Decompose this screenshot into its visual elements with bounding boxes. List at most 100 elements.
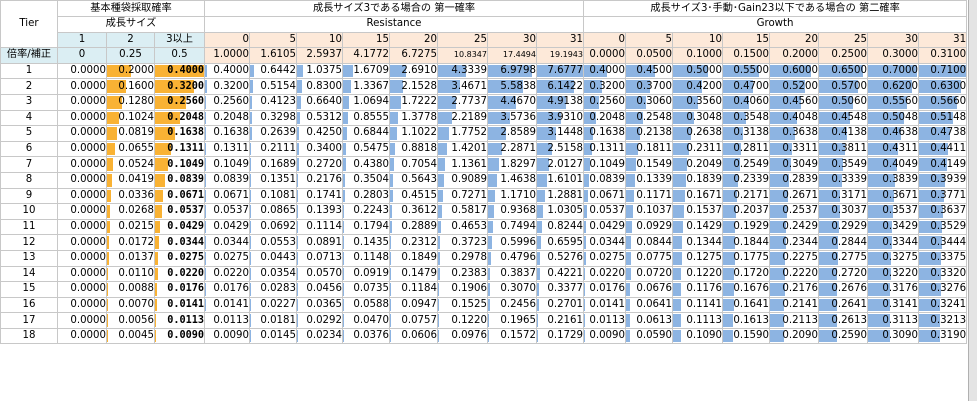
section2-cell[interactable]: 2.2189 [437,109,488,127]
section1-cell[interactable]: 0.0000 [57,109,107,127]
section3-cell[interactable]: 0.3548 [722,109,770,127]
section2-cell[interactable]: 0.7494 [487,218,537,236]
section3-cell[interactable]: 0.0839 [583,171,626,189]
section3-cell[interactable]: 0.2048 [583,109,626,127]
section2-subtitle[interactable]: Resistance [204,16,584,33]
section2-cell[interactable]: 4.4670 [487,93,537,111]
section2-cell[interactable]: 0.0470 [342,312,390,329]
section3-cell[interactable]: 0.0113 [583,312,626,329]
section1-cell[interactable]: 0.0839 [154,171,205,189]
section3-cell[interactable]: 0.0671 [583,187,626,205]
section3-col-header[interactable]: 20 [769,31,819,49]
section2-cell[interactable]: 0.3723 [437,234,488,251]
section2-cell[interactable]: 0.4123 [249,93,297,111]
section3-col-header[interactable]: 31 [917,31,968,49]
section2-title[interactable]: 成長サイズ3である場合の 第一確率 [204,0,584,17]
section3-cell[interactable]: 0.3090 [867,327,919,345]
section3-cell[interactable]: 0.1839 [672,171,723,189]
section2-cell[interactable]: 0.9368 [487,203,537,220]
section2-cell[interactable]: 0.5817 [437,203,488,220]
section3-cell[interactable]: 0.0590 [625,327,673,345]
section3-cell[interactable]: 0.3241 [917,296,968,314]
tier-header[interactable]: Tier [0,0,58,49]
section2-cell[interactable]: 3.4671 [437,78,488,95]
section2-cell[interactable]: 0.0757 [389,312,438,329]
tier-label[interactable]: 10 [0,203,58,220]
section3-cell[interactable]: 0.2549 [722,156,770,173]
section2-cell[interactable]: 0.1729 [536,327,584,345]
section3-cell[interactable]: 0.1537 [672,203,723,220]
section3-cell[interactable]: 0.2811 [722,140,770,158]
section3-cell[interactable]: 0.7000 [867,62,919,80]
section3-cell[interactable]: 0.2037 [722,203,770,220]
section1-cell[interactable]: 0.1638 [154,125,205,142]
section2-cell[interactable]: 0.2803 [342,187,390,205]
section3-cell[interactable]: 0.3339 [818,171,868,189]
section1-cell[interactable]: 0.0056 [106,312,155,329]
section3-cell[interactable]: 0.3429 [867,218,919,236]
section2-cell[interactable]: 2.2871 [487,140,537,158]
section3-cell[interactable]: 0.3141 [867,296,919,314]
section2-cell[interactable]: 0.0735 [342,281,390,298]
section1-cell[interactable]: 0.0336 [106,187,155,205]
section2-cell[interactable]: 0.0891 [296,234,343,251]
section3-cell[interactable]: 0.3375 [917,249,968,267]
section2-cell[interactable]: 0.2383 [437,265,488,283]
tier-label[interactable]: 8 [0,171,58,189]
section2-cell[interactable]: 0.5276 [536,249,584,267]
section3-cell[interactable]: 0.3048 [672,109,723,127]
section3-cell[interactable]: 0.4200 [672,78,723,95]
section2-cell[interactable]: 0.0275 [204,249,250,267]
section1-cell[interactable]: 0.0176 [154,281,205,298]
section2-cell[interactable]: 0.2243 [342,203,390,220]
section3-cell[interactable]: 0.1176 [672,281,723,298]
section1-cell[interactable]: 0.0429 [154,218,205,236]
section3-cell[interactable]: 0.1844 [722,234,770,251]
section2-cell[interactable]: 0.4653 [437,218,488,236]
section2-cell[interactable]: 3.1448 [536,125,584,142]
section2-cell[interactable]: 0.8300 [296,78,343,95]
section3-cell[interactable]: 0.1775 [722,249,770,267]
tier-label[interactable]: 12 [0,234,58,251]
section2-cell[interactable]: 0.6442 [249,62,297,80]
section2-cell[interactable]: 0.5154 [249,78,297,95]
section2-cell[interactable]: 0.0283 [249,281,297,298]
section3-cell[interactable]: 0.1549 [625,156,673,173]
section1-cell[interactable]: 0.0537 [154,203,205,220]
section2-col-header[interactable]: 5 [249,31,297,49]
section2-cell[interactable]: 1.3778 [389,109,438,127]
section2-cell[interactable]: 0.3377 [536,281,584,298]
section2-cell[interactable]: 0.3837 [487,265,537,283]
section2-cell[interactable]: 0.0145 [249,327,297,345]
section2-cell[interactable]: 0.0227 [249,296,297,314]
section3-cell[interactable]: 0.7100 [917,62,968,80]
section2-cell[interactable]: 0.2701 [536,296,584,314]
section2-col-header[interactable]: 25 [437,31,488,49]
multiplier-row-label[interactable]: 倍率/補正 [0,47,58,64]
section1-cell[interactable]: 0.0220 [154,265,205,283]
section3-cell[interactable]: 0.4411 [917,140,968,158]
section3-cell[interactable]: 0.0220 [583,265,626,283]
section3-cell[interactable]: 0.3220 [867,265,919,283]
section1-col-header[interactable]: 3以上 [154,31,205,49]
section1-cell[interactable]: 0.3200 [154,78,205,95]
section2-cell[interactable]: 0.0537 [204,203,250,220]
section2-col-header[interactable]: 10 [296,31,343,49]
section3-cell[interactable]: 0.3560 [672,93,723,111]
section3-cell[interactable]: 0.2638 [672,125,723,142]
section3-cell[interactable]: 0.6300 [917,78,968,95]
section3-cell[interactable]: 0.3138 [722,125,770,142]
section2-cell[interactable]: 0.1906 [437,281,488,298]
section2-cell[interactable]: 4.9138 [536,93,584,111]
tier-label[interactable]: 18 [0,327,58,345]
section3-cell[interactable]: 0.0775 [625,249,673,267]
section3-cell[interactable]: 0.3529 [917,218,968,236]
section3-cell[interactable]: 0.4048 [769,109,819,127]
section2-cell[interactable]: 0.4221 [536,265,584,283]
section3-cell[interactable]: 0.2113 [769,312,819,329]
section3-cell[interactable]: 0.2548 [625,109,673,127]
section2-col-header[interactable]: 0 [204,31,250,49]
section3-cell[interactable]: 0.3311 [769,140,819,158]
section2-multiplier[interactable]: 17.4494 [487,47,537,64]
section3-cell[interactable]: 0.2141 [769,296,819,314]
